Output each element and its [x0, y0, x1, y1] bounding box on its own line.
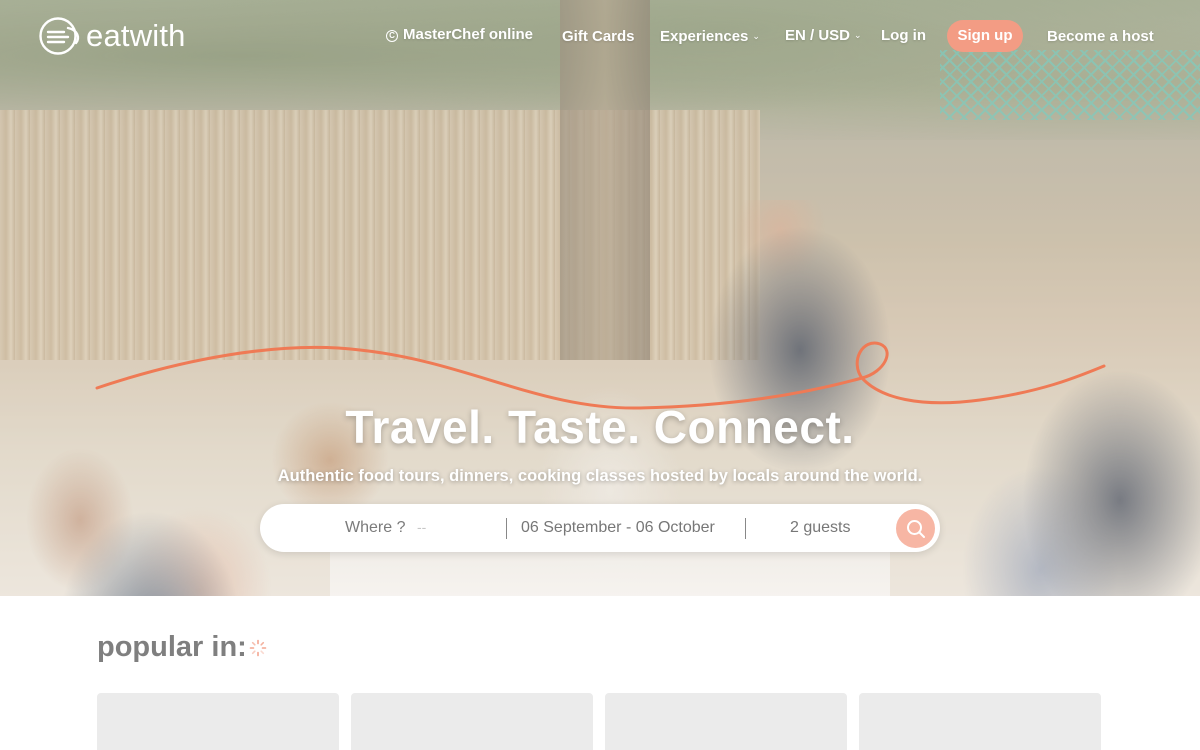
- date-range-field[interactable]: 06 September - 06 October: [521, 519, 715, 537]
- experience-card-placeholder[interactable]: [351, 693, 593, 750]
- nav-masterchef-link[interactable]: C MasterChef online: [386, 26, 533, 43]
- experience-card-placeholder[interactable]: [859, 693, 1101, 750]
- where-input[interactable]: --: [417, 519, 426, 535]
- popular-cards: [97, 693, 1101, 750]
- hero-subline: Authentic food tours, dinners, cooking c…: [277, 467, 923, 485]
- become-host-link[interactable]: Become a host: [1047, 28, 1154, 45]
- search-bar: Where ? -- 06 September - 06 October 2 g…: [260, 504, 940, 552]
- guests-field[interactable]: 2 guests: [790, 519, 850, 537]
- hero-headline: Travel. Taste. Connect.: [345, 401, 855, 453]
- search-button[interactable]: [896, 509, 935, 548]
- masterchef-icon: C: [386, 30, 398, 42]
- nav-experiences-dropdown[interactable]: Experiences ⌄: [660, 28, 760, 45]
- loading-spinner-icon: [249, 639, 267, 657]
- chevron-down-icon: ⌄: [854, 30, 862, 40]
- where-field-label[interactable]: Where ?: [345, 519, 405, 537]
- signup-button[interactable]: Sign up: [947, 20, 1023, 52]
- nav-gift-cards-link[interactable]: Gift Cards: [562, 28, 635, 45]
- nav-language-currency-label: EN / USD: [785, 27, 851, 44]
- chevron-down-icon: ⌄: [752, 31, 760, 41]
- nav-masterchef-label: MasterChef online: [403, 26, 534, 43]
- search-divider: [506, 518, 507, 539]
- login-link[interactable]: Log in: [881, 27, 926, 44]
- nav-experiences-label: Experiences: [660, 28, 749, 45]
- search-divider: [745, 518, 746, 539]
- experience-card-placeholder[interactable]: [97, 693, 339, 750]
- nav-language-currency-dropdown[interactable]: EN / USD ⌄: [785, 27, 862, 44]
- experience-card-placeholder[interactable]: [605, 693, 847, 750]
- popular-heading: popular in:: [97, 631, 247, 663]
- search-icon: [907, 520, 925, 538]
- top-navigation: C MasterChef online Gift Cards Experience…: [0, 20, 1200, 52]
